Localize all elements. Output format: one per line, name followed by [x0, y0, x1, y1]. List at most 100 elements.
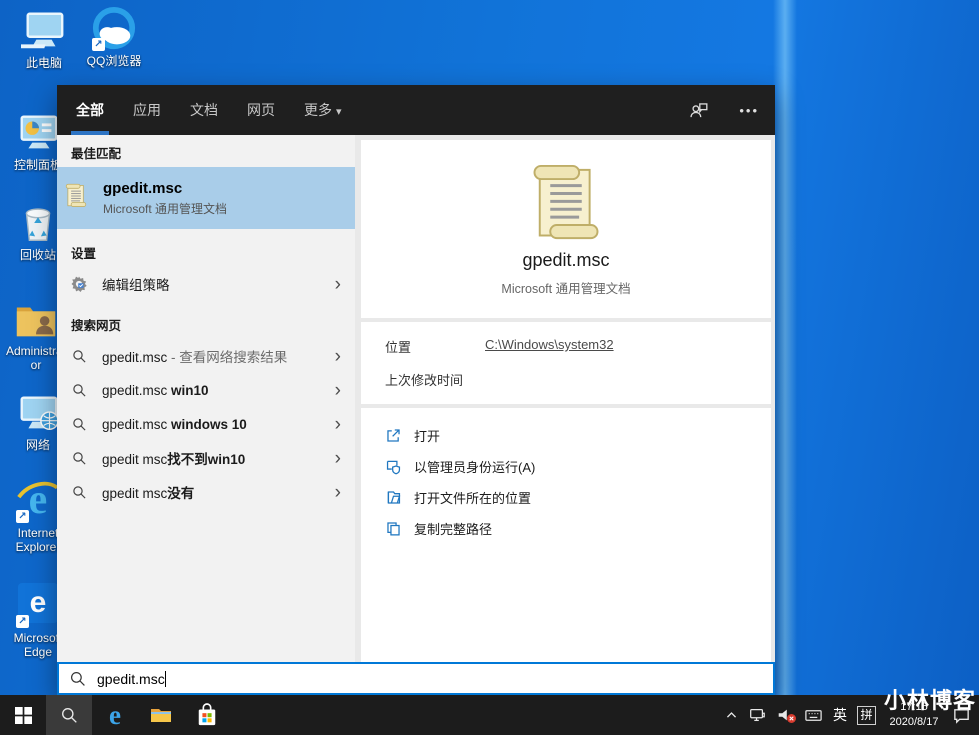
tab-label: 网页 — [247, 102, 275, 118]
taskbar-search-button[interactable] — [46, 695, 92, 735]
settings-result-label: 编辑组策略 — [102, 278, 170, 293]
taskbar-clock[interactable]: 17:15 2020/8/17 — [886, 700, 942, 730]
tab-apps[interactable]: 应用 — [130, 85, 164, 135]
web-suggestion-row[interactable]: gpedit msc没有 › — [57, 475, 355, 509]
search-icon — [61, 707, 78, 724]
search-icon — [69, 482, 89, 502]
suggestion-bold: 没有 — [167, 486, 195, 501]
taskbar-store-button[interactable] — [184, 695, 230, 735]
best-match-title: gpedit.msc — [103, 179, 183, 197]
detail-actions-card: 打开 以管理员身份运行(A) 打开文件所在的位置 复制完整路径 — [361, 408, 771, 662]
edge-icon: e — [109, 699, 121, 730]
chevron-right-icon[interactable]: › — [335, 483, 355, 502]
control-panel-icon — [15, 110, 61, 156]
best-match-subtitle: Microsoft 通用管理文档 — [103, 201, 228, 216]
open-icon — [385, 427, 402, 444]
suggestion-suffix: - 查看网络搜索结果 — [167, 350, 288, 365]
microsoft-edge-icon: e ↗ — [15, 583, 61, 629]
system-tray: 英 拼 17:15 2020/8/17 — [725, 700, 979, 730]
network-status-icon[interactable] — [748, 706, 766, 724]
chevron-right-icon[interactable]: › — [335, 381, 355, 400]
search-icon — [69, 414, 89, 434]
suggestion-text: gpedit msc — [102, 452, 168, 467]
copy-icon — [385, 520, 402, 537]
ime-mode-indicator[interactable]: 拼 — [857, 705, 876, 725]
touch-keyboard-icon[interactable] — [804, 706, 823, 725]
network-icon — [15, 390, 61, 436]
last-modified-label: 上次修改时间 — [385, 373, 464, 388]
recycle-bin-icon — [15, 200, 61, 246]
tab-label: 文档 — [190, 102, 218, 118]
desktop-icon-this-pc[interactable]: 此电脑 — [12, 8, 76, 71]
user-folder-icon — [13, 296, 59, 342]
search-flyout-panel: 全部 应用 文档 网页 更多 ▾ ••• 最佳匹配 gpedit.msc Micr… — [57, 85, 775, 695]
tab-documents[interactable]: 文档 — [187, 85, 221, 135]
tab-more[interactable]: 更多 ▾ — [301, 85, 345, 135]
action-run-as-administrator[interactable]: 以管理员身份运行(A) — [385, 451, 747, 482]
search-input[interactable]: gpedit.msc — [57, 662, 775, 695]
action-open-file-location[interactable]: 打开文件所在的位置 — [385, 482, 747, 513]
web-suggestion-row[interactable]: gpedit.msc windows 10 › — [57, 407, 355, 441]
action-label: 以管理员身份运行(A) — [414, 460, 536, 475]
admin-shield-icon — [385, 458, 402, 475]
location-label: 位置 — [385, 340, 412, 355]
web-suggestion-row[interactable]: gpedit msc找不到win10 › — [57, 441, 355, 475]
suggestion-text: gpedit.msc — [102, 382, 172, 398]
chevron-right-icon[interactable]: › — [335, 347, 355, 366]
tab-label: 全部 — [76, 102, 104, 118]
file-explorer-icon — [149, 703, 173, 727]
location-path-link[interactable]: C:\Windows\system32 — [485, 337, 614, 356]
best-match-header: 最佳匹配 — [71, 147, 122, 161]
detail-title: gpedit.msc — [522, 250, 610, 270]
more-options-icon[interactable]: ••• — [739, 103, 759, 118]
qq-browser-icon: ↗ — [91, 6, 137, 52]
feedback-user-icon[interactable] — [688, 100, 709, 121]
language-indicator[interactable]: 英 — [833, 705, 847, 725]
best-match-result[interactable]: gpedit.msc Microsoft 通用管理文档 — [57, 167, 355, 229]
action-center-icon[interactable] — [952, 706, 971, 725]
shortcut-arrow-icon: ↗ — [16, 615, 29, 628]
action-label: 打开 — [414, 429, 441, 444]
text-caret — [164, 670, 166, 687]
tab-label: 应用 — [133, 102, 161, 118]
volume-muted-icon[interactable] — [776, 706, 796, 724]
microsoft-store-icon — [196, 703, 218, 727]
tab-all[interactable]: 全部 — [71, 85, 109, 135]
web-suggestion-row[interactable]: gpedit.msc win10 › — [57, 373, 355, 407]
desktop-icon-qq-browser[interactable]: ↗ QQ浏览器 — [82, 6, 146, 69]
search-input-value: gpedit.msc — [97, 670, 165, 687]
suggestion-text: gpedit.msc — [102, 350, 168, 365]
web-suggestion-row[interactable]: gpedit.msc - 查看网络搜索结果 › — [57, 339, 355, 373]
action-label: 复制完整路径 — [414, 522, 493, 537]
search-icon — [70, 671, 86, 687]
suggestion-bold: win10 — [171, 382, 209, 398]
action-label: 打开文件所在的位置 — [414, 491, 532, 506]
start-button[interactable] — [0, 695, 46, 735]
msc-document-icon-large — [524, 162, 608, 246]
suggestion-text: gpedit msc — [102, 486, 168, 501]
desktop-icon-label: QQ浏览器 — [86, 54, 142, 68]
chevron-right-icon[interactable]: › — [335, 415, 355, 434]
suggestion-bold: 找不到win10 — [167, 452, 246, 467]
results-list: 最佳匹配 gpedit.msc Microsoft 通用管理文档 设置 编辑组策… — [57, 135, 355, 662]
settings-result-edit-group-policy[interactable]: 编辑组策略 › — [57, 267, 355, 301]
settings-header: 设置 — [71, 247, 97, 261]
taskbar: e 英 拼 17:15 2020/8/17 — [0, 695, 979, 735]
this-pc-icon — [21, 8, 67, 54]
tab-web[interactable]: 网页 — [244, 85, 278, 135]
suggestion-text: gpedit.msc — [102, 416, 172, 432]
action-open[interactable]: 打开 — [385, 420, 747, 451]
chevron-right-icon[interactable]: › — [335, 275, 355, 294]
tray-chevron-up-icon[interactable] — [725, 709, 738, 722]
taskbar-edge-button[interactable]: e — [92, 695, 138, 735]
taskbar-file-explorer-button[interactable] — [138, 695, 184, 735]
search-icon — [69, 448, 89, 468]
detail-summary-card: gpedit.msc Microsoft 通用管理文档 — [361, 140, 771, 318]
windows-logo-icon — [14, 706, 32, 724]
chevron-down-icon: ▾ — [336, 106, 342, 118]
search-results-area: 最佳匹配 gpedit.msc Microsoft 通用管理文档 设置 编辑组策… — [57, 135, 775, 662]
search-web-header: 搜索网页 — [71, 319, 122, 333]
action-copy-full-path[interactable]: 复制完整路径 — [385, 513, 747, 544]
chevron-right-icon[interactable]: › — [335, 449, 355, 468]
clock-time: 17:15 — [900, 701, 928, 714]
